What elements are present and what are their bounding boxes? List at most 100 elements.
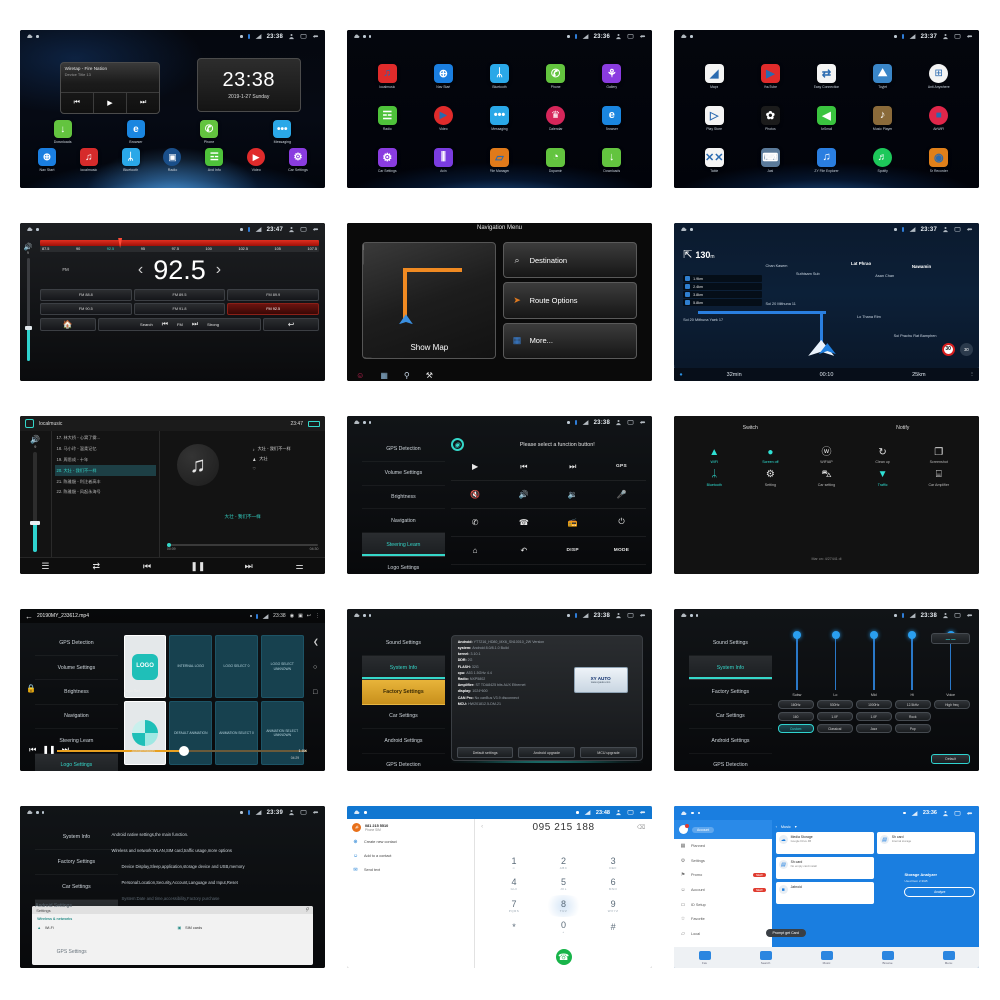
panel-store-app[interactable]: 23:36 Account ▦ Planned ⚙ Settings ⚑ Promo NEW…	[674, 806, 979, 968]
store-nav-promo[interactable]: ⚑ Promo NEW	[674, 868, 772, 883]
steering-key-hangup-icon[interactable]: ☎	[499, 509, 549, 537]
store-nav-planned[interactable]: ▦ Planned	[674, 839, 772, 854]
app-zy-file-explorer[interactable]: ♫ ZY File Explorer	[798, 140, 854, 182]
quick-toggle-screenshot[interactable]: ❐ Screenshot	[911, 447, 967, 464]
clock-widget[interactable]: 23:38 2019-1-27 Sunday	[196, 58, 301, 113]
seek-track[interactable]	[56, 745, 307, 756]
overflow-menu-icon[interactable]: ⋮	[315, 613, 320, 619]
radio-preset[interactable]: FM 92.5	[227, 303, 319, 315]
home-button[interactable]: 🏠	[40, 318, 96, 331]
equalizer-icon[interactable]: ⚌	[274, 561, 325, 572]
sidebar-item-brightness[interactable]: Brightness	[35, 680, 118, 705]
keypad-key-7[interactable]: 7 PQRS	[489, 895, 539, 917]
panel-dialer[interactable]: 23:48 ☀ 081 215 5510 Phone SIM ⊕ Create …	[347, 806, 652, 968]
app-phone[interactable]: ✆ Phone	[528, 55, 584, 97]
progress[interactable]: 00:09 04:30	[166, 543, 319, 551]
volume-track[interactable]	[30, 452, 41, 552]
sidebar-item-system-info[interactable]: System Info	[35, 825, 118, 851]
steering-key-back-icon[interactable]: ↶	[499, 537, 549, 565]
sidebar-item-factory-settings[interactable]: Factory Settings	[35, 850, 118, 876]
pause-icon[interactable]: ❚❚	[172, 561, 223, 572]
app-car-settings[interactable]: ⚙ Car Settings	[359, 140, 415, 182]
eq-preset-button[interactable]: Jazz	[855, 724, 892, 734]
panel-music-player[interactable]: localmusic 23:47 🔊 9 17. 林大桥 - 心窝了雾... 18…	[20, 416, 325, 574]
freq-down-button[interactable]: ‹	[138, 261, 143, 279]
sidebar-item-car-settings[interactable]: Car Settings	[362, 705, 445, 730]
app-maps[interactable]: ◢ Maps	[686, 55, 742, 97]
recents-icon[interactable]	[627, 419, 634, 426]
navmenu-button-more-[interactable]: ▦ More...	[502, 322, 637, 359]
back-icon[interactable]	[639, 419, 646, 426]
person-icon[interactable]	[942, 612, 949, 619]
app-messaging[interactable]: ••• Messaging	[471, 97, 527, 139]
share-icon[interactable]: ❮	[313, 638, 319, 646]
recents-icon[interactable]	[954, 226, 961, 233]
app-table[interactable]: ✕✕ Table	[686, 140, 742, 182]
quick-toggle-wifiap[interactable]: ⓦ WIFIAP	[798, 447, 854, 464]
back-icon[interactable]	[312, 226, 319, 233]
panel-navigation-menu[interactable]: Navigation Menu Show Map ⌕ Destination ➤ Ro…	[347, 223, 652, 381]
storage-card[interactable]: ▤ Sh card No empty card install	[775, 857, 874, 879]
sidebar-item-logo-settings[interactable]: Logo Settings	[362, 557, 444, 574]
person-icon[interactable]	[942, 810, 949, 817]
freq-up-button[interactable]: ›	[216, 261, 221, 279]
back-icon[interactable]	[966, 226, 973, 233]
sidebar-item-car-settings[interactable]: Car Settings	[35, 875, 118, 901]
sidebar-item-sound-settings[interactable]: Sound Settings	[362, 632, 445, 657]
home-app-messaging[interactable]: ••• Messaging	[256, 120, 309, 144]
panel-quick-settings[interactable]: Switch Notify ▲ WIFI ● Screen off ⓦ WIFIAP ↻ Cl…	[674, 416, 979, 574]
playlist-item[interactable]: 22. 陈雅殷 - 风起永海号	[55, 487, 157, 498]
settings-sidebar[interactable]: Sound Settings System Info Factory Setting…	[362, 632, 445, 771]
eq-freq-button[interactable]: 1000Hz	[855, 700, 892, 710]
quick-toggle-setting[interactable]: ⚙ Setting	[742, 470, 798, 487]
storage-card[interactable]: ☁ Media Storage Google Drive 4B	[775, 832, 874, 854]
app-youtube[interactable]: ▶ YouTube	[742, 55, 798, 97]
keypad-key-6[interactable]: 6 MNO	[588, 873, 638, 895]
quick-toggle-bluetooth[interactable]: ᛦ Bluetooth	[686, 470, 742, 487]
keypad-key-2[interactable]: 2 ABC	[539, 852, 589, 874]
app-toyjet[interactable]: ⛰ Toyjet	[855, 55, 911, 97]
home-app-nav-start[interactable]: ⊕ Nav Start	[26, 148, 68, 172]
keypad-key-#[interactable]: #	[588, 917, 638, 939]
store-sidebar[interactable]: Account ▦ Planned ⚙ Settings ⚑ Promo NEW ☺ Accou…	[674, 820, 772, 968]
sidebar-item-steering-learn[interactable]: Steering Learn	[362, 533, 445, 557]
eq-freq-button[interactable]: 530Hz	[816, 700, 853, 710]
logo-option-tile[interactable]: LOGO SELECT 0	[215, 634, 258, 699]
keypad-key-4[interactable]: 4 GHI	[489, 873, 539, 895]
app-spotify[interactable]: ♬ Spotify	[855, 140, 911, 182]
store-nav-settings[interactable]: ⚙ Settings	[674, 854, 772, 869]
navmenu-button-destination[interactable]: ⌕ Destination	[502, 241, 637, 279]
logo-option-tile[interactable]: ANIMATION SELECT 0	[215, 701, 258, 765]
panel-live-map[interactable]: 23:37 ⇱ 130m 1.9km 2.4km 3.8km 5.8km Chan K…	[674, 223, 979, 381]
recents-icon[interactable]	[954, 612, 961, 619]
person-icon[interactable]	[615, 33, 622, 40]
analyze-button[interactable]: Analyze	[904, 887, 975, 897]
loudness-button[interactable]: ⚊⚊	[931, 633, 970, 645]
logo-option-tile[interactable]: DEFAULT ANIMATION	[169, 701, 213, 765]
sidebar-item-gps-detection[interactable]: GPS Detection	[689, 754, 771, 771]
recents-icon[interactable]	[300, 226, 307, 233]
back-icon[interactable]	[639, 612, 646, 619]
steering-key-radio-icon[interactable]: 📻	[548, 509, 598, 537]
square-icon[interactable]: □	[313, 689, 319, 696]
panel-app-drawer-1[interactable]: 23:36 ♫ localmusic ⊕ Nav Start ᛦ Bluetooth ✆ Ph…	[347, 30, 652, 188]
back-icon[interactable]	[966, 810, 973, 817]
eq-slider-subw[interactable]: Subw	[778, 631, 816, 697]
music-widget[interactable]: Wiretap - Fire Nation Device Title 13 ⏮ …	[59, 61, 161, 114]
flask-icon[interactable]: ⚲	[404, 371, 410, 380]
sidebar-item-android-settings[interactable]: Android Settings	[689, 729, 772, 754]
app-photos[interactable]: ✿ Photos	[742, 97, 798, 139]
sidebar-item-factory-settings[interactable]: Factory Settings	[362, 680, 445, 705]
eq-freq-button[interactable]: High freq	[933, 700, 970, 710]
steering-key-call-icon[interactable]: ✆	[450, 509, 500, 537]
back-arrow-icon[interactable]: ←	[25, 612, 33, 621]
steering-key-home-icon[interactable]: ⌂	[450, 537, 500, 565]
app-airwifi[interactable]: ■ AirWiFi	[911, 97, 967, 139]
volume-knob[interactable]	[30, 521, 41, 525]
panel-system-info[interactable]: 23:38 Sound Settings System Info Factory S…	[347, 609, 652, 771]
recents-icon[interactable]	[627, 809, 634, 816]
eq-slider-hi[interactable]: Hi	[893, 631, 931, 697]
panel-home-screen[interactable]: 23:38 Wiretap - Fire Nation Device Title…	[20, 30, 325, 188]
eq-default-button[interactable]: Default	[931, 754, 970, 765]
steering-key-vol-down-icon[interactable]: 🔉	[548, 481, 598, 509]
